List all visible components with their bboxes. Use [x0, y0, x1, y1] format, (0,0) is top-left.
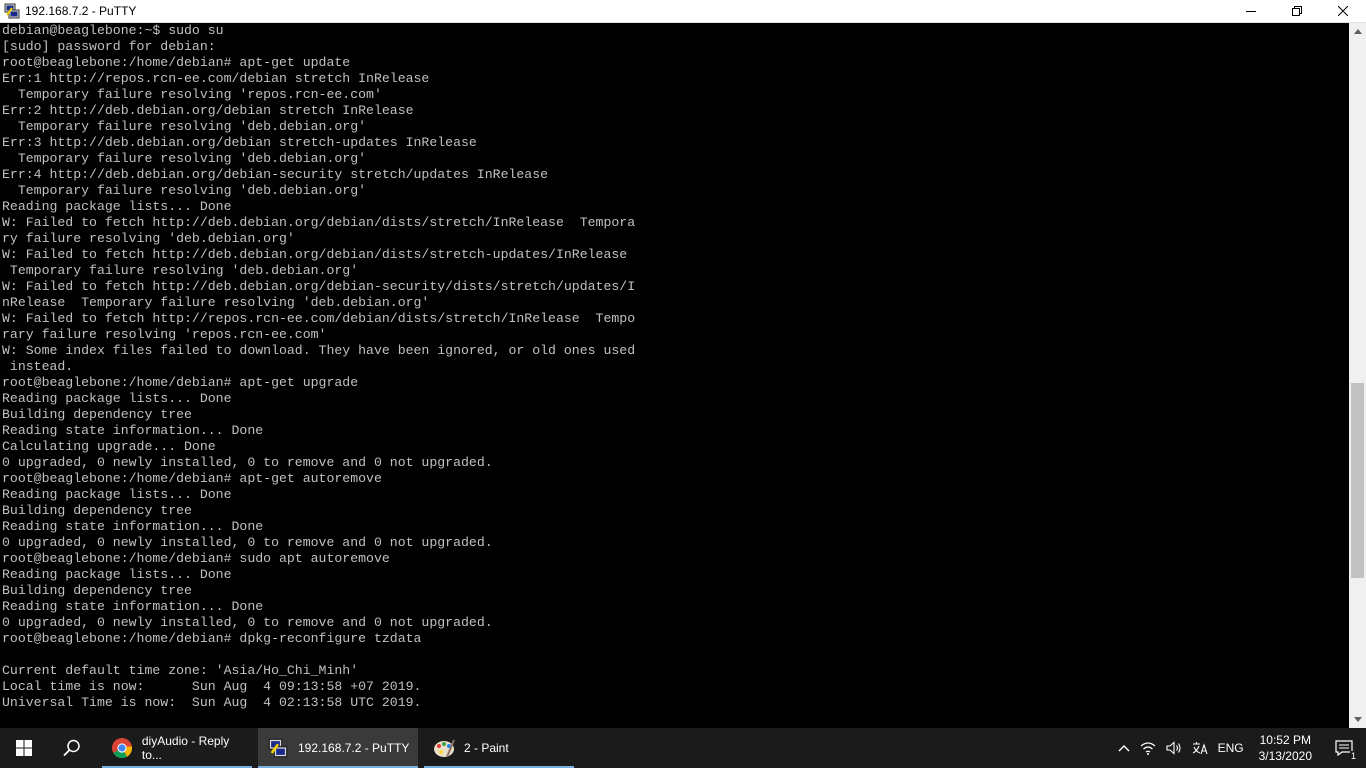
terminal-line: Reading state information... Done	[2, 519, 264, 534]
terminal-line: Current default time zone: 'Asia/Ho_Chi_…	[2, 663, 359, 678]
terminal-line: Building dependency tree	[2, 583, 192, 598]
terminal-line: Reading package lists... Done	[2, 567, 232, 582]
terminal-line: nRelease Temporary failure resolving 'de…	[2, 295, 430, 310]
taskbar-app-label: 192.168.7.2 - PuTTY	[298, 741, 410, 755]
terminal-line: root@beaglebone:/home/debian# apt-get up…	[2, 375, 359, 390]
chevron-up-icon	[1353, 29, 1362, 34]
taskbar-app-putty[interactable]: 192.168.7.2 - PuTTY	[258, 728, 418, 768]
terminal-line: Reading state information... Done	[2, 599, 264, 614]
terminal-line: debian@beaglebone:~$ sudo su	[2, 23, 224, 38]
terminal-line: W: Failed to fetch http://deb.debian.org…	[2, 215, 636, 230]
terminal-line: Err:2 http://deb.debian.org/debian stret…	[2, 103, 414, 118]
scroll-thumb[interactable]	[1351, 383, 1364, 578]
terminal-area[interactable]: debian@beaglebone:~$ sudo su [sudo] passw…	[0, 23, 1349, 728]
clock[interactable]: 10:52 PM 3/13/2020	[1249, 732, 1322, 764]
terminal-line: Err:1 http://repos.rcn-ee.com/debian str…	[2, 71, 430, 86]
terminal-line: W: Failed to fetch http://repos.rcn-ee.c…	[2, 311, 636, 326]
terminal-line: Temporary failure resolving 'deb.debian.…	[2, 119, 367, 134]
ime-icon	[1192, 742, 1208, 755]
terminal-line: Reading state information... Done	[2, 423, 264, 438]
scroll-down-arrow[interactable]	[1349, 711, 1366, 728]
chevron-up-icon	[1118, 745, 1130, 752]
terminal-line: ry failure resolving 'deb.debian.org'	[2, 231, 295, 246]
terminal-line: rary failure resolving 'repos.rcn-ee.com…	[2, 327, 327, 342]
terminal-line: W: Some index files failed to download. …	[2, 343, 636, 358]
terminal-line: Reading package lists... Done	[2, 199, 232, 214]
taskbar: diyAudio - Reply to... 192.168.7.2 - PuT…	[0, 728, 1366, 768]
terminal-line: instead.	[2, 359, 74, 374]
scroll-up-arrow[interactable]	[1349, 23, 1366, 40]
terminal-line: Universal Time is now: Sun Aug 4 02:13:5…	[2, 695, 422, 710]
taskbar-app-paint[interactable]: 2 - Paint	[424, 728, 574, 768]
tray-overflow-button[interactable]	[1113, 728, 1135, 768]
wifi-button[interactable]	[1135, 728, 1161, 768]
terminal-line: root@beaglebone:/home/debian# sudo apt a…	[2, 551, 390, 566]
terminal-line: 0 upgraded, 0 newly installed, 0 to remo…	[2, 615, 493, 630]
clock-date: 3/13/2020	[1258, 749, 1312, 763]
terminal-scrollbar[interactable]	[1349, 23, 1366, 728]
ime-button[interactable]	[1187, 728, 1213, 768]
putty-icon[interactable]	[4, 3, 20, 19]
volume-button[interactable]	[1161, 728, 1187, 768]
terminal-line: root@beaglebone:/home/debian# apt-get au…	[2, 471, 382, 486]
terminal-line: Temporary failure resolving 'deb.debian.…	[2, 263, 359, 278]
window-titlebar[interactable]: 192.168.7.2 - PuTTY	[0, 0, 1366, 23]
terminal-line: Building dependency tree	[2, 407, 192, 422]
putty-icon	[266, 736, 290, 760]
terminal-line: Local time is now: Sun Aug 4 09:13:58 +0…	[2, 679, 422, 694]
wifi-icon	[1140, 742, 1155, 755]
terminal-line: Temporary failure resolving 'deb.debian.…	[2, 151, 367, 166]
terminal-line: Err:4 http://deb.debian.org/debian-secur…	[2, 167, 549, 182]
taskbar-app-label: 2 - Paint	[464, 741, 509, 755]
clock-time: 10:52 PM	[1259, 733, 1311, 747]
chrome-icon	[110, 736, 134, 760]
terminal-line: root@beaglebone:/home/debian# dpkg-recon…	[2, 631, 422, 646]
terminal-line: Reading package lists... Done	[2, 391, 232, 406]
taskbar-app-label: diyAudio - Reply to...	[141, 734, 230, 762]
action-center-button[interactable]: 1	[1322, 728, 1366, 768]
terminal-line: [sudo] password for debian:	[2, 39, 216, 54]
terminal-line: Reading package lists... Done	[2, 487, 232, 502]
speaker-icon	[1166, 741, 1181, 755]
terminal-line: Err:3 http://deb.debian.org/debian stret…	[2, 135, 477, 150]
start-button[interactable]	[0, 728, 48, 768]
close-icon	[1338, 6, 1348, 16]
close-button[interactable]	[1320, 0, 1366, 22]
taskbar-app-chrome[interactable]: diyAudio - Reply to...	[102, 728, 252, 768]
terminal-line: Temporary failure resolving 'repos.rcn-e…	[2, 87, 382, 102]
terminal-line: Calculating upgrade... Done	[2, 439, 216, 454]
chevron-down-icon	[1353, 717, 1362, 722]
notification-count-badge: 1	[1349, 751, 1357, 761]
terminal-line: Temporary failure resolving 'deb.debian.…	[2, 183, 367, 198]
terminal-output: debian@beaglebone:~$ sudo su [sudo] passw…	[0, 23, 1349, 711]
search-icon	[63, 739, 80, 757]
windows-logo-icon	[16, 740, 32, 756]
terminal-line: 0 upgraded, 0 newly installed, 0 to remo…	[2, 455, 493, 470]
search-button[interactable]	[48, 728, 96, 768]
terminal-line: W: Failed to fetch http://deb.debian.org…	[2, 279, 636, 294]
system-tray: ENG 10:52 PM 3/13/2020 1	[1113, 728, 1366, 768]
minimize-icon	[1246, 11, 1256, 12]
paint-icon	[432, 736, 456, 760]
terminal-line: 0 upgraded, 0 newly installed, 0 to remo…	[2, 535, 493, 550]
window-title: 192.168.7.2 - PuTTY	[25, 4, 137, 18]
terminal-line: Building dependency tree	[2, 503, 192, 518]
minimize-button[interactable]	[1228, 0, 1274, 22]
restore-button[interactable]	[1274, 0, 1320, 22]
terminal-line: W: Failed to fetch http://deb.debian.org…	[2, 247, 628, 262]
language-indicator[interactable]: ENG	[1213, 728, 1249, 768]
restore-icon	[1292, 6, 1302, 16]
terminal-line: root@beaglebone:/home/debian# apt-get up…	[2, 55, 351, 70]
